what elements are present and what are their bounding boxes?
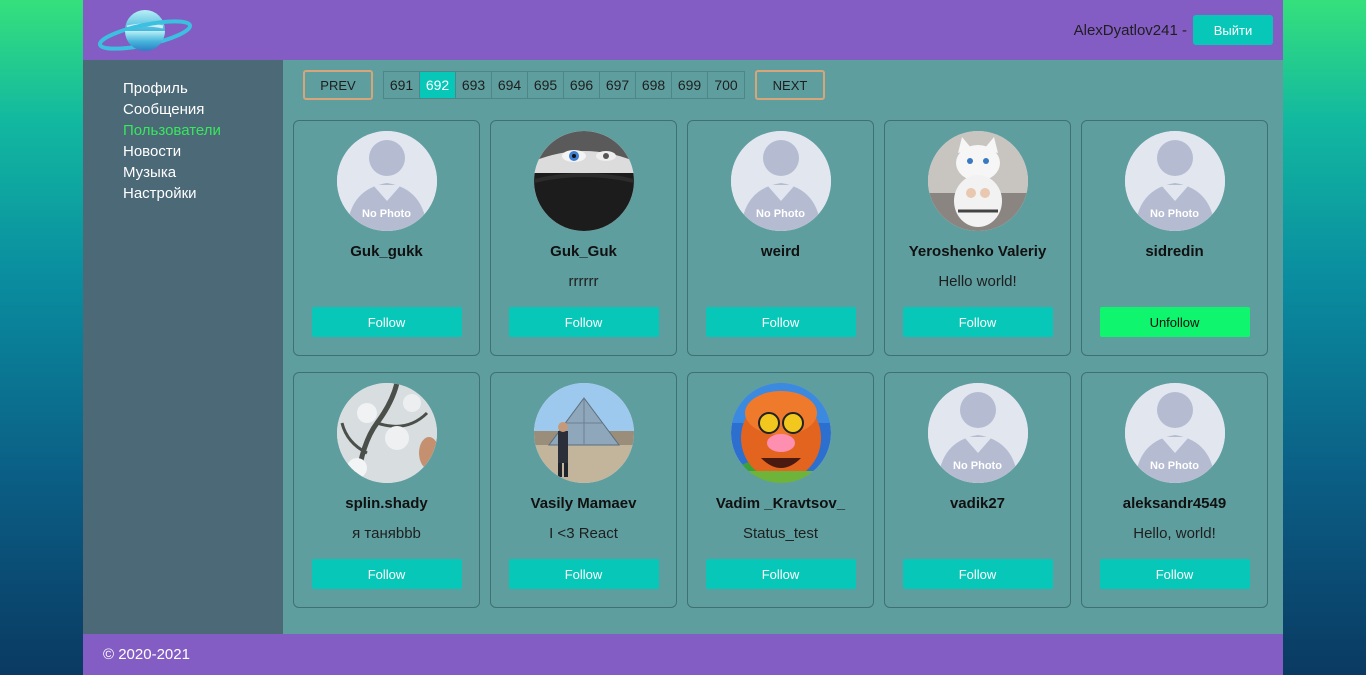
page-number[interactable]: 700 [708, 72, 744, 98]
user-card: No Photo Guk_gukk Follow [293, 120, 480, 356]
user-status: я таняbbb [352, 525, 421, 542]
page-number[interactable]: 698 [636, 72, 672, 98]
user-avatar[interactable] [533, 383, 634, 483]
follow-button[interactable]: Follow [902, 559, 1053, 589]
page-number[interactable]: 696 [564, 72, 600, 98]
follow-button[interactable]: Follow [311, 307, 462, 337]
no-photo-avatar[interactable]: No Photo [1124, 131, 1225, 231]
user-card: Guk_Gukrrrrrr Follow [490, 120, 677, 356]
username-label: AlexDyatlov241 - [1073, 21, 1187, 39]
user-avatar[interactable] [730, 383, 831, 483]
user-avatar[interactable] [533, 131, 634, 231]
user-name: splin.shady [345, 495, 428, 512]
nav-item-messages[interactable]: Сообщения [123, 99, 283, 120]
follow-button[interactable]: Follow [508, 559, 659, 589]
users-content: PREV 691 692 693 694 695 696 697 698 699 700 NEXT… [283, 60, 1283, 634]
user-name: aleksandr4549 [1122, 495, 1227, 512]
follow-button[interactable]: Follow [311, 559, 462, 589]
page-number[interactable]: 699 [672, 72, 708, 98]
follow-button[interactable]: Follow [705, 559, 856, 589]
user-card: No Photo aleksandr4549 Hello, world! Follow [1081, 372, 1268, 608]
planet-logo [93, 5, 193, 55]
page-number[interactable]: 692 [420, 72, 456, 98]
no-photo-avatar[interactable]: No Photo [336, 131, 437, 231]
no-photo-avatar[interactable]: No Photo [927, 383, 1028, 483]
user-name: weird [760, 243, 801, 260]
unfollow-button[interactable]: Unfollow [1099, 307, 1250, 337]
follow-button[interactable]: Follow [508, 307, 659, 337]
app: AlexDyatlov241 - Выйти Профиль Сообщения… [83, 0, 1283, 675]
user-name: Yeroshenko Valeriy [908, 243, 1047, 260]
no-photo-label: No Photo [1150, 460, 1199, 472]
login-block: AlexDyatlov241 - Выйти [1074, 15, 1273, 45]
header: AlexDyatlov241 - Выйти [83, 0, 1283, 60]
user-status: Status_test [742, 525, 819, 542]
page-number[interactable]: 697 [600, 72, 636, 98]
no-photo-label: No Photo [1150, 208, 1199, 220]
user-status: rrrrrr [568, 273, 599, 290]
user-name: Vadim _Kravtsov_ [715, 495, 846, 512]
nav-item-music[interactable]: Музыка [123, 162, 283, 183]
user-card: Vasily Mamaev I <3 React Follow [490, 372, 677, 608]
sidebar-nav: Профиль Сообщения Пользователи Новости М… [83, 60, 283, 634]
page-number[interactable]: 693 [456, 72, 492, 98]
user-card: Yeroshenko Valeriy Hello world! Follow [884, 120, 1071, 356]
user-card: No Photo weird Follow [687, 120, 874, 356]
no-photo-avatar[interactable]: No Photo [730, 131, 831, 231]
no-photo-label: No Photo [756, 208, 805, 220]
page-number[interactable]: 694 [492, 72, 528, 98]
footer: © 2020-2021 [83, 634, 1283, 675]
follow-button[interactable]: Follow [1099, 559, 1250, 589]
paginator: PREV 691 692 693 694 695 696 697 698 699 700 NEXT [303, 70, 1273, 100]
user-status: Hello world! [938, 273, 1017, 290]
no-photo-label: No Photo [362, 208, 411, 220]
user-card: No Photo vadik27 Follow [884, 372, 1071, 608]
user-name: Vasily Mamaev [530, 495, 637, 512]
user-name: Guk_Guk [550, 243, 617, 260]
next-button[interactable]: NEXT [755, 70, 825, 100]
no-photo-avatar[interactable]: No Photo [1124, 383, 1225, 483]
user-name: sidredin [1145, 243, 1204, 260]
page-list: 691 692 693 694 695 696 697 698 699 700 [383, 71, 745, 99]
user-card: No Photo sidredin Unfollow [1081, 120, 1268, 356]
follow-button[interactable]: Follow [902, 307, 1053, 337]
copyright-text: © 2020-2021 [103, 646, 190, 663]
nav-item-settings[interactable]: Настройки [123, 183, 283, 204]
user-card: Vadim _Kravtsov_ Status_test Follow [687, 372, 874, 608]
user-avatar[interactable] [336, 383, 437, 483]
user-card: splin.shady я таняbbb Follow [293, 372, 480, 608]
users-grid: No Photo Guk_gukk Follow Guk_Gukrrrrrr Follo… [293, 120, 1273, 608]
page-number[interactable]: 691 [384, 72, 420, 98]
user-avatar[interactable] [927, 131, 1028, 231]
user-status: I <3 React [549, 525, 618, 542]
page-number[interactable]: 695 [528, 72, 564, 98]
nav-item-users[interactable]: Пользователи [123, 120, 283, 141]
nav-item-news[interactable]: Новости [123, 141, 283, 162]
user-name: Guk_gukk [350, 243, 423, 260]
nav-item-profile[interactable]: Профиль [123, 78, 283, 99]
logout-button[interactable]: Выйти [1193, 15, 1273, 45]
follow-button[interactable]: Follow [705, 307, 856, 337]
no-photo-label: No Photo [953, 460, 1002, 472]
user-status: Hello, world! [1133, 525, 1216, 542]
prev-button[interactable]: PREV [303, 70, 373, 100]
user-name: vadik27 [949, 495, 1006, 512]
